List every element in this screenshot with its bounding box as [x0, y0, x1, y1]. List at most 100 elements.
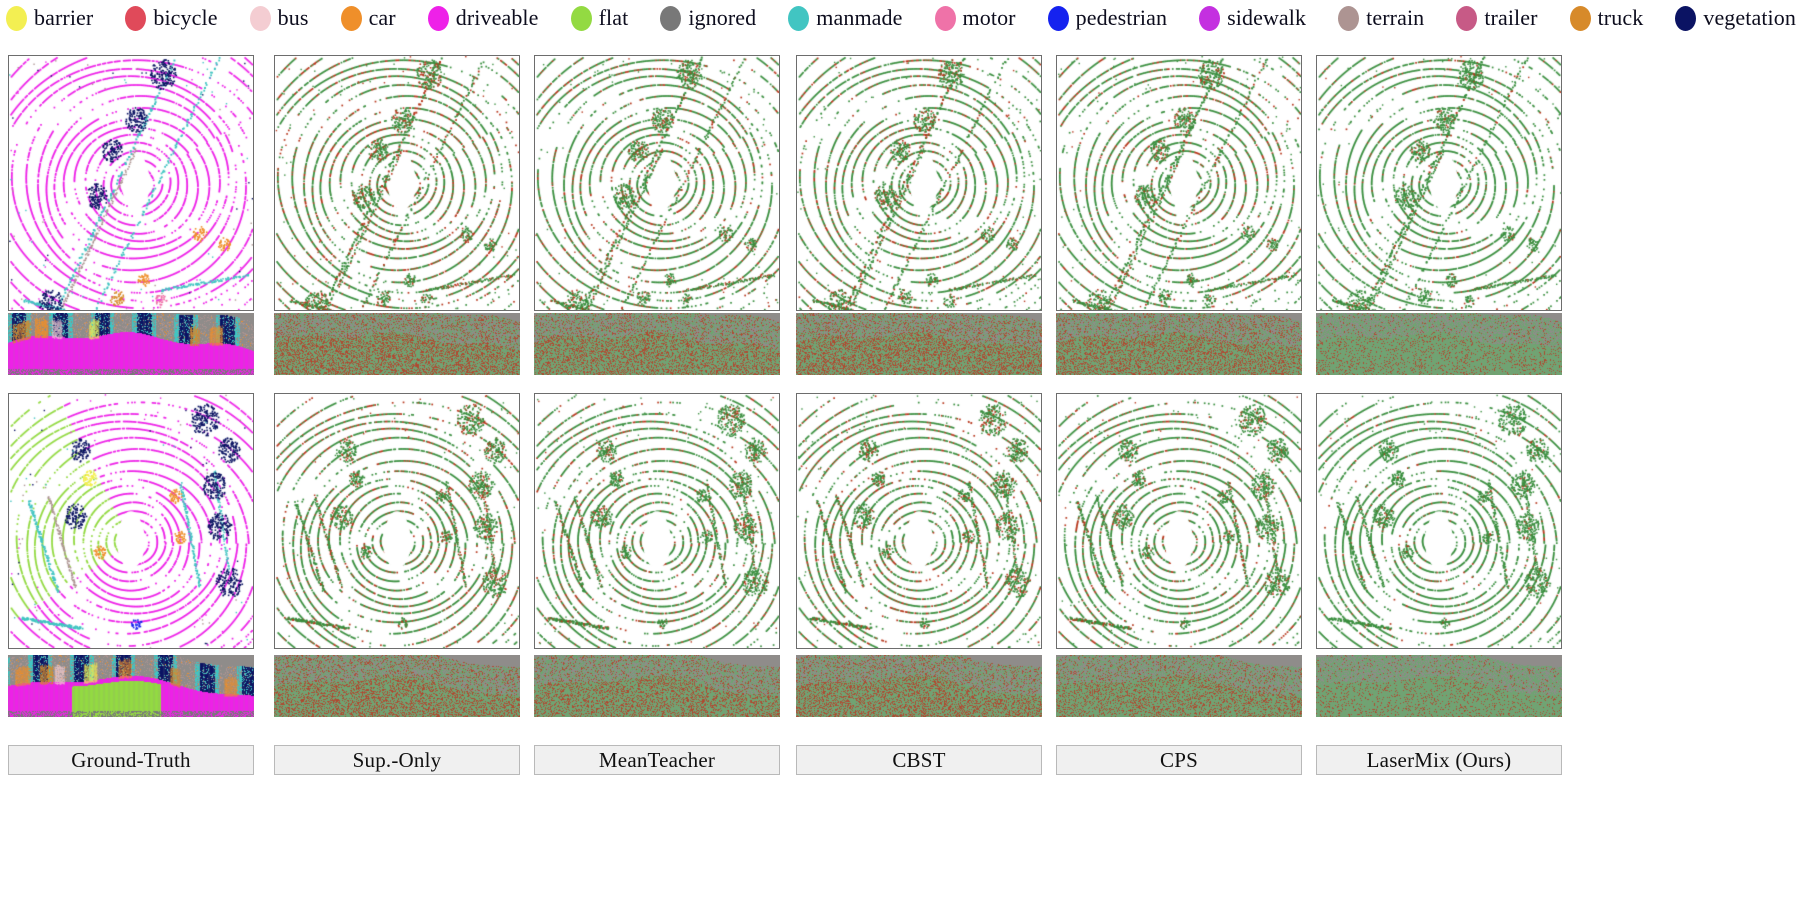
method-label-cps[interactable]: CPS [1056, 745, 1302, 775]
range-strip-ground-truth-scene-2 [8, 655, 254, 717]
bev-pointcloud-ground-truth-scene-1 [9, 56, 253, 310]
bev-panel-lasermix-scene-2 [1316, 393, 1562, 649]
legend-swatch-vegetation-icon [1675, 5, 1697, 31]
legend-item-manmade: manmade [788, 5, 903, 31]
legend-label: trailer [1484, 5, 1538, 30]
method-label-cbst[interactable]: CBST [796, 745, 1042, 775]
bev-pointcloud-sup-only-scene-1 [275, 56, 519, 310]
range-strip-sup-only-scene-2 [274, 655, 520, 717]
range-image-cps-scene-2 [1056, 655, 1302, 717]
range-strip-cps-scene-1 [1056, 313, 1302, 375]
bev-panel-sup-only-scene-2 [274, 393, 520, 649]
legend-item-bus: bus [249, 5, 309, 31]
range-image-ground-truth-scene-1 [8, 313, 254, 375]
legend-swatch-motor-icon [934, 5, 956, 31]
legend-swatch-terrain-icon [1338, 5, 1360, 31]
legend-swatch-manmade-icon [788, 5, 810, 31]
bev-panel-cbst-scene-2 [796, 393, 1042, 649]
legend-label: barrier [34, 5, 94, 30]
legend-swatch-car-icon [340, 5, 362, 31]
range-strip-meanteacher-scene-2 [534, 655, 780, 717]
bev-panel-lasermix-scene-1 [1316, 55, 1562, 311]
range-image-cps-scene-1 [1056, 313, 1302, 375]
legend-swatch-truck-icon [1569, 5, 1591, 31]
bev-pointcloud-cbst-scene-1 [797, 56, 1041, 310]
legend-label: sidewalk [1227, 5, 1307, 30]
legend-swatch-ignored-icon [660, 5, 682, 31]
bev-pointcloud-cbst-scene-2 [797, 394, 1041, 648]
bev-panel-ground-truth-scene-2 [8, 393, 254, 649]
legend-label: truck [1597, 5, 1644, 30]
legend-item-sidewalk: sidewalk [1199, 5, 1307, 31]
bev-pointcloud-ground-truth-scene-2 [9, 394, 253, 648]
legend-swatch-sidewalk-icon [1199, 5, 1221, 31]
legend-item-car: car [340, 5, 396, 31]
range-strip-sup-only-scene-1 [274, 313, 520, 375]
figure-root: barrier bicycle bus car driveable flat ignored… [0, 0, 1802, 910]
method-label-ground-truth[interactable]: Ground-Truth [8, 745, 254, 775]
range-image-ground-truth-scene-2 [8, 655, 254, 717]
legend-label: car [368, 5, 396, 30]
legend-swatch-driveable-icon [427, 5, 449, 31]
method-label-meanteacher[interactable]: MeanTeacher [534, 745, 780, 775]
legend-label: pedestrian [1075, 5, 1168, 30]
legend-item-motor: motor [934, 5, 1016, 31]
range-strip-ground-truth-scene-1 [8, 313, 254, 375]
range-strip-meanteacher-scene-1 [534, 313, 780, 375]
range-strip-lasermix-scene-2 [1316, 655, 1562, 717]
legend-item-bicycle: bicycle [125, 5, 218, 31]
legend-item-driveable: driveable [427, 5, 539, 31]
legend-swatch-bus-icon [249, 5, 271, 31]
range-strip-cbst-scene-2 [796, 655, 1042, 717]
range-image-sup-only-scene-2 [274, 655, 520, 717]
legend-swatch-pedestrian-icon [1047, 5, 1069, 31]
range-image-cbst-scene-1 [796, 313, 1042, 375]
bev-panel-cps-scene-2 [1056, 393, 1302, 649]
legend-swatch-bicycle-icon [125, 5, 147, 31]
legend-label: vegetation [1703, 5, 1796, 30]
range-strip-cbst-scene-1 [796, 313, 1042, 375]
range-image-meanteacher-scene-2 [534, 655, 780, 717]
legend-item-vegetation: vegetation [1675, 5, 1796, 31]
legend-item-ignored: ignored [660, 5, 757, 31]
legend-label: flat [598, 5, 629, 30]
bev-pointcloud-cps-scene-1 [1057, 56, 1301, 310]
method-label-lasermix[interactable]: LaserMix (Ours) [1316, 745, 1562, 775]
legend-swatch-flat-icon [570, 5, 592, 31]
legend-label: bicycle [153, 5, 218, 30]
bev-pointcloud-sup-only-scene-2 [275, 394, 519, 648]
bev-pointcloud-lasermix-scene-2 [1317, 394, 1561, 648]
bev-pointcloud-meanteacher-scene-2 [535, 394, 779, 648]
range-strip-cps-scene-2 [1056, 655, 1302, 717]
legend-swatch-barrier-icon [6, 5, 27, 31]
legend-label: driveable [455, 5, 539, 30]
legend-label: motor [962, 5, 1016, 30]
range-image-lasermix-scene-2 [1316, 655, 1562, 717]
bev-panel-sup-only-scene-1 [274, 55, 520, 311]
bev-pointcloud-lasermix-scene-1 [1317, 56, 1561, 310]
bev-panel-meanteacher-scene-2 [534, 393, 780, 649]
bev-pointcloud-meanteacher-scene-1 [535, 56, 779, 310]
legend-label: ignored [688, 5, 757, 30]
range-image-lasermix-scene-1 [1316, 313, 1562, 375]
bev-panel-cbst-scene-1 [796, 55, 1042, 311]
legend-item-pedestrian: pedestrian [1047, 5, 1168, 31]
bev-pointcloud-cps-scene-2 [1057, 394, 1301, 648]
range-image-sup-only-scene-1 [274, 313, 520, 375]
method-label-sup-only[interactable]: Sup.-Only [274, 745, 520, 775]
legend-label: bus [277, 5, 309, 30]
range-strip-lasermix-scene-1 [1316, 313, 1562, 375]
bev-panel-ground-truth-scene-1 [8, 55, 254, 311]
bev-panel-cps-scene-1 [1056, 55, 1302, 311]
range-image-meanteacher-scene-1 [534, 313, 780, 375]
legend-item-flat: flat [570, 5, 629, 31]
bev-panel-meanteacher-scene-1 [534, 55, 780, 311]
legend-label: terrain [1366, 5, 1425, 30]
legend-label: manmade [816, 5, 903, 30]
legend-item-terrain: terrain [1338, 5, 1425, 31]
legend: barrier bicycle bus car driveable flat ignored… [0, 0, 1802, 36]
legend-item-trailer: trailer [1456, 5, 1538, 31]
legend-item-truck: truck [1569, 5, 1644, 31]
legend-swatch-trailer-icon [1456, 5, 1478, 31]
legend-item-barrier: barrier [6, 5, 94, 31]
